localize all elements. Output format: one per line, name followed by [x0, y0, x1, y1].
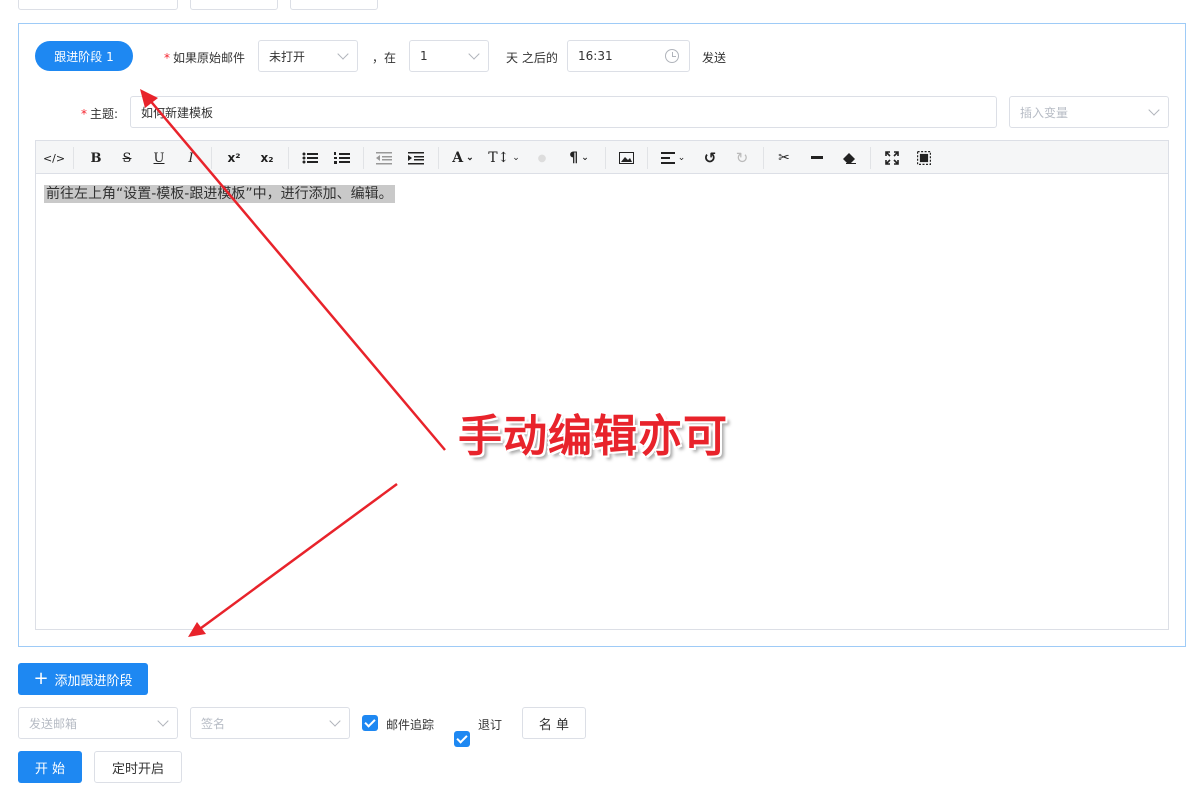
- annotation-arrows: [140, 89, 446, 637]
- plus-icon: +: [33, 668, 49, 689]
- chevron-down-icon: [329, 715, 341, 727]
- schedule-button[interactable]: 定时开启: [94, 751, 182, 783]
- sender-email-placeholder: 发送邮箱: [29, 716, 78, 731]
- sender-email-select[interactable]: 发送邮箱: [18, 707, 178, 739]
- start-button[interactable]: 开 始: [18, 751, 82, 783]
- track-label: 邮件追踪: [386, 718, 435, 732]
- add-stage-button[interactable]: + 添加跟进阶段: [18, 663, 148, 695]
- list-button[interactable]: 名 单: [522, 707, 586, 739]
- list-button-label: 名 单: [538, 717, 570, 733]
- unsubscribe-checkbox[interactable]: [454, 731, 470, 747]
- signature-placeholder: 签名: [201, 716, 226, 731]
- track-checkbox[interactable]: [362, 715, 378, 731]
- chevron-down-icon: [157, 715, 169, 727]
- arrow-line-down: [196, 482, 398, 633]
- arrow-head-down: [188, 622, 206, 637]
- schedule-button-label: 定时开启: [111, 761, 164, 777]
- signature-select[interactable]: 签名: [190, 707, 350, 739]
- annotation-text: 手动编辑亦可: [458, 411, 728, 462]
- unsubscribe-label: 退订: [478, 718, 503, 732]
- start-button-label: 开 始: [34, 761, 66, 777]
- add-stage-label: 添加跟进阶段: [54, 673, 133, 689]
- arrow-line-up: [147, 97, 446, 451]
